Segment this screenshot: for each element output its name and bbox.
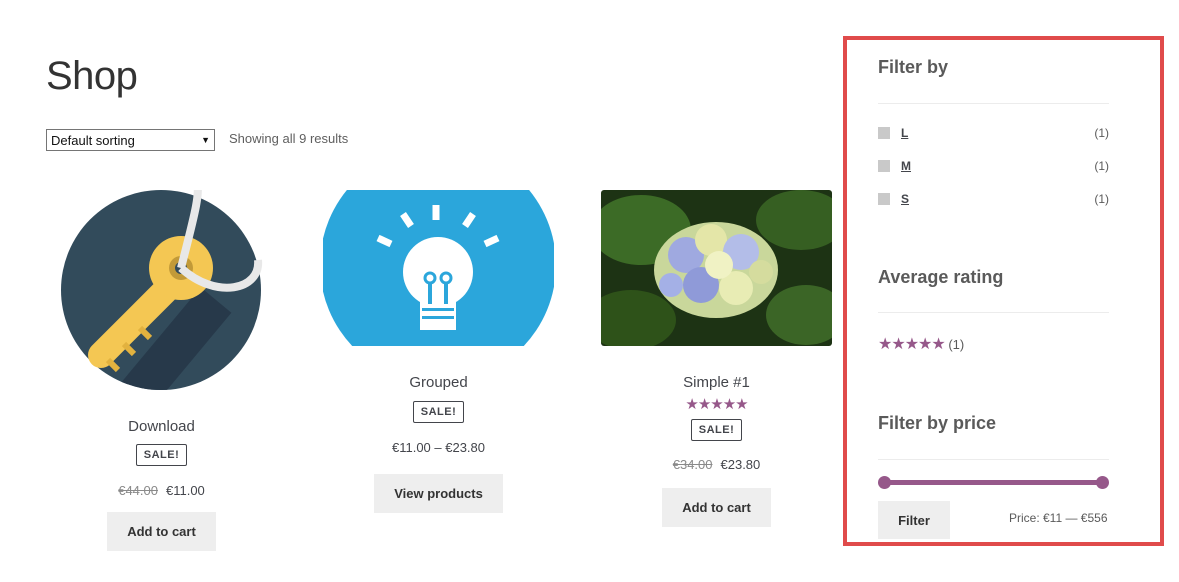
sale-badge: SALE! [135,444,188,466]
add-to-cart-button[interactable]: Add to cart [107,512,216,551]
add-to-cart-button[interactable]: Add to cart [662,488,771,527]
divider [878,103,1109,104]
key-icon[interactable] [46,178,277,392]
rating-filter-link[interactable]: ★★★★★ (1) [878,334,964,354]
hydrangea-photo[interactable] [586,190,846,350]
sorting-select[interactable]: Default sorting ▼ [46,129,215,151]
product-price-range: €11.00 – €23.80 [391,440,485,455]
filter-option-l[interactable]: L (1) [878,126,1109,140]
filter-by-title: Filter by [878,57,949,77]
filter-option-count: (1) [1094,159,1109,173]
average-rating-title: Average rating [878,267,1004,287]
product-name[interactable]: Simple #1 [601,374,832,391]
page-title: Shop [46,54,138,98]
sale-badge: SALE! [690,419,743,441]
view-products-button[interactable]: View products [374,474,503,513]
price-old: €34.00 [672,457,713,472]
filter-option-label[interactable]: L [901,126,1094,140]
checkbox[interactable] [878,160,890,172]
lightbulb-icon[interactable] [323,190,554,346]
result-count: Showing all 9 results [229,131,349,146]
product-name[interactable]: Download [46,418,277,435]
filter-option-count: (1) [1094,192,1109,206]
filter-option-label[interactable]: S [901,192,1094,206]
product-price: €44.00 €11.00 [46,483,277,498]
filter-button[interactable]: Filter [878,501,950,539]
price-new: €23.80 [720,457,761,472]
price-slider-min-handle[interactable] [878,476,891,489]
product-price: €34.00 €23.80 [601,457,832,472]
chevron-down-icon: ▼ [201,135,210,145]
filter-option-s[interactable]: S (1) [878,192,1109,206]
divider [878,312,1109,313]
price-slider-track[interactable] [884,480,1102,485]
sidebar-highlight [843,36,1164,546]
checkbox[interactable] [878,193,890,205]
star-rating-icon: ★★★★★ [878,336,946,353]
price-new: €11.00 [165,483,205,498]
price-slider-max-handle[interactable] [1096,476,1109,489]
divider [878,459,1109,460]
sale-badge: SALE! [412,401,465,423]
star-rating-icon: ★★★★★ [685,396,748,413]
filter-option-count: (1) [1094,126,1109,140]
filter-by-price-title: Filter by price [878,413,997,433]
product-card-grouped: Grouped SALE! €11.00 – €23.80 View produ… [323,190,554,513]
price-old: €44.00 [118,483,158,498]
filter-option-label[interactable]: M [901,159,1094,173]
product-card-download: Download SALE! €44.00 €11.00 Add to cart [46,178,277,551]
product-card-simple-1: Simple #1 ★★★★★ SALE! €34.00 €23.80 Add t… [586,190,846,527]
filter-option-m[interactable]: M (1) [878,159,1109,173]
product-name[interactable]: Grouped [323,374,554,391]
checkbox[interactable] [878,127,890,139]
sorting-value: Default sorting [51,132,135,148]
rating-count: (1) [948,337,965,352]
price-range-label: Price: €11 — €556 [1009,511,1108,525]
